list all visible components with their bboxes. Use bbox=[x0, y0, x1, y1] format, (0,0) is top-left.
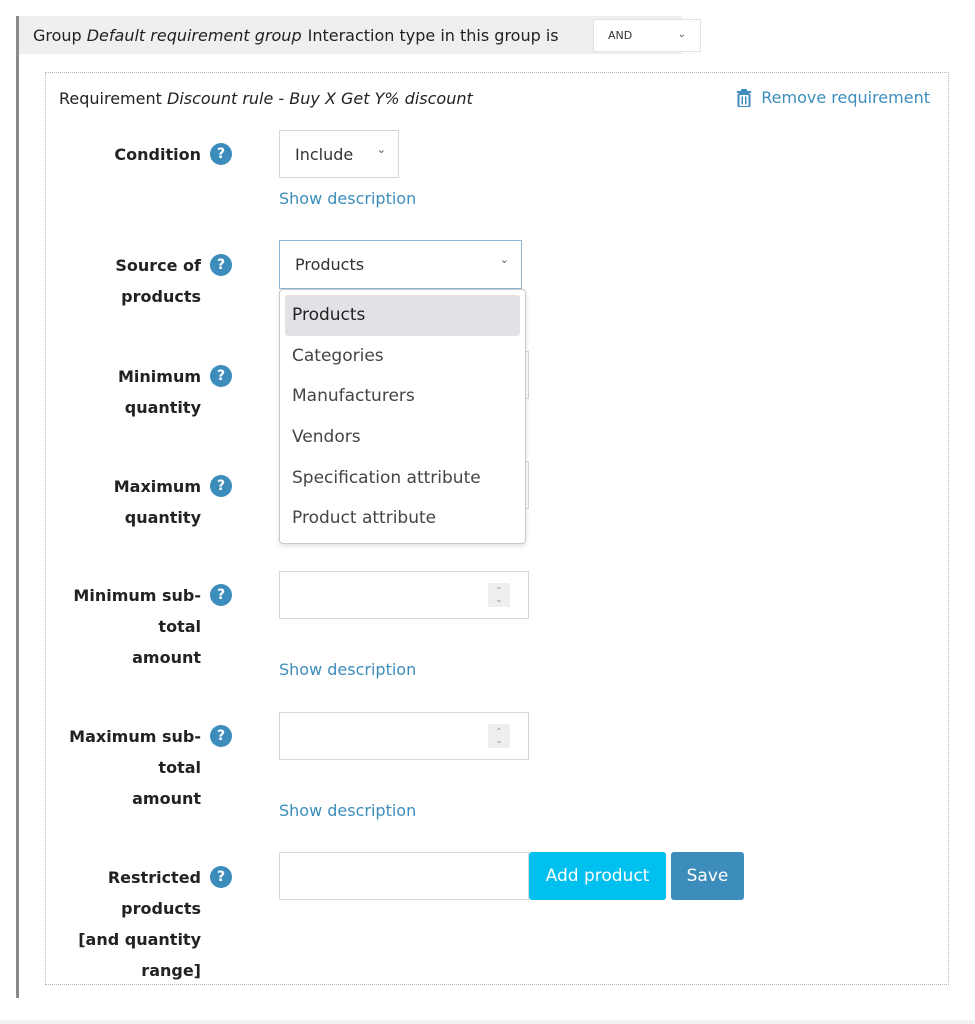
number-spinner-icon[interactable]: ⌃ ⌄ bbox=[488, 583, 510, 607]
maximum-subtotal-label: Maximum sub-total amount ? bbox=[46, 721, 232, 814]
dropdown-option[interactable]: Manufacturers bbox=[285, 376, 520, 417]
group-left-border bbox=[16, 16, 19, 998]
requirement-title: Requirement Discount rule - Buy X Get Y%… bbox=[59, 89, 473, 108]
trash-icon bbox=[737, 88, 752, 107]
condition-value: Include bbox=[295, 144, 354, 164]
interaction-type-select[interactable]: AND ⌄ bbox=[593, 19, 701, 52]
dropdown-option[interactable]: Specification attribute bbox=[285, 457, 520, 498]
source-of-products-dropdown: Products Categories Manufacturers Vendor… bbox=[279, 289, 526, 544]
minimum-subtotal-input[interactable]: ⌃ ⌄ bbox=[279, 571, 529, 619]
save-button[interactable]: Save bbox=[671, 852, 744, 900]
condition-show-description-link[interactable]: Show description bbox=[279, 189, 416, 208]
minimum-subtotal-show-description-link[interactable]: Show description bbox=[279, 660, 416, 679]
help-icon[interactable]: ? bbox=[210, 584, 232, 606]
restricted-products-input[interactable] bbox=[279, 852, 529, 900]
requirement-prefix: Requirement bbox=[59, 89, 162, 108]
source-of-products-label: Source of products ? bbox=[46, 250, 232, 312]
bottom-divider bbox=[0, 1020, 975, 1024]
minimum-subtotal-label: Minimum sub-total amount ? bbox=[46, 580, 232, 673]
source-of-products-value: Products bbox=[295, 255, 365, 274]
dropdown-option[interactable]: Categories bbox=[285, 336, 520, 377]
group-name: Default requirement group bbox=[86, 25, 302, 45]
help-icon[interactable]: ? bbox=[210, 725, 232, 747]
dropdown-option[interactable]: Products bbox=[285, 295, 520, 336]
dropdown-option[interactable]: Product attribute bbox=[285, 498, 520, 539]
maximum-subtotal-input[interactable]: ⌃ ⌄ bbox=[279, 712, 529, 760]
condition-select[interactable]: Include ⌄ bbox=[279, 130, 399, 178]
remove-requirement-button[interactable]: Remove requirement bbox=[737, 88, 930, 107]
help-icon[interactable]: ? bbox=[210, 475, 232, 497]
condition-label: Condition ? bbox=[114, 139, 232, 170]
help-icon[interactable]: ? bbox=[210, 866, 232, 888]
minimum-quantity-label: Minimum quantity ? bbox=[46, 361, 232, 423]
help-icon[interactable]: ? bbox=[210, 365, 232, 387]
remove-requirement-label: Remove requirement bbox=[761, 88, 930, 107]
group-prefix: Group bbox=[33, 25, 82, 45]
help-icon[interactable]: ? bbox=[210, 143, 232, 165]
interaction-type-label: Interaction type in this group is bbox=[307, 25, 559, 45]
maximum-quantity-label: Maximum quantity ? bbox=[46, 471, 232, 533]
help-icon[interactable]: ? bbox=[210, 254, 232, 276]
group-header: Group Default requirement group Interact… bbox=[19, 16, 701, 54]
interaction-type-value: AND bbox=[608, 29, 633, 42]
chevron-down-icon: ⌄ bbox=[677, 29, 686, 40]
number-spinner-icon[interactable]: ⌃ ⌄ bbox=[488, 724, 510, 748]
requirement-box: Requirement Discount rule - Buy X Get Y%… bbox=[45, 72, 949, 985]
chevron-down-icon: ⌄ bbox=[499, 253, 509, 266]
maximum-subtotal-show-description-link[interactable]: Show description bbox=[279, 801, 416, 820]
chevron-down-icon: ⌄ bbox=[376, 143, 386, 156]
dropdown-option[interactable]: Vendors bbox=[285, 417, 520, 458]
restricted-products-label: Restricted products [and quantity range]… bbox=[46, 862, 232, 986]
requirement-name: Discount rule - Buy X Get Y% discount bbox=[167, 89, 473, 108]
add-product-button[interactable]: Add product bbox=[529, 852, 666, 900]
source-of-products-select[interactable]: Products ⌄ bbox=[279, 240, 522, 289]
